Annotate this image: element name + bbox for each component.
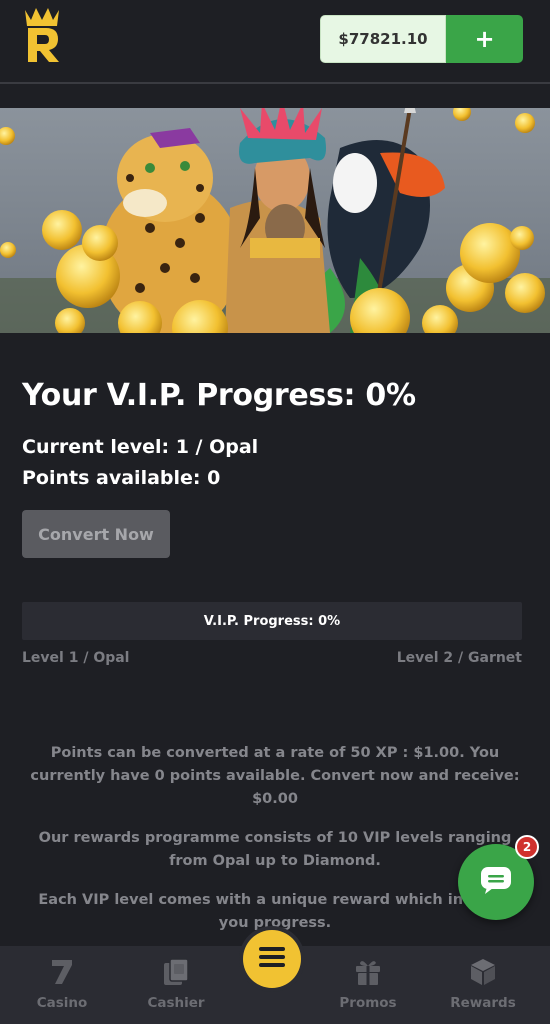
- nav-label-casino: Casino: [36, 995, 88, 1011]
- convert-now-button[interactable]: Convert Now: [22, 510, 170, 558]
- hamburger-icon: [258, 946, 286, 972]
- jungle-vip-banner-image: [0, 108, 550, 333]
- points-available-text: Points available: 0: [22, 467, 221, 489]
- nav-label-rewards: Rewards: [450, 995, 516, 1011]
- nav-item-rewards[interactable]: Rewards: [428, 946, 538, 1024]
- next-level-label: Level 2 / Garnet: [396, 650, 522, 666]
- vip-reward-info-text: Each VIP level comes with a unique rewar…: [38, 892, 512, 931]
- deposit-button[interactable]: +: [446, 15, 523, 63]
- main-menu-button[interactable]: [243, 930, 301, 988]
- cards-icon: [162, 957, 190, 987]
- cube-icon: [469, 957, 497, 987]
- balance-group: $77821.10 +: [320, 15, 523, 63]
- nav-item-cashier[interactable]: Cashier: [121, 946, 231, 1024]
- crown-r-logo-icon[interactable]: [22, 6, 62, 64]
- vip-progress-bar: V.I.P. Progress: 0%: [22, 602, 522, 640]
- vip-progress-title: Your V.I.P. Progress: 0%: [22, 378, 416, 413]
- seven-icon: [50, 957, 74, 987]
- nav-label-cashier: Cashier: [147, 995, 205, 1011]
- balance-display[interactable]: $77821.10: [320, 15, 446, 63]
- current-level-label: Level 1 / Opal: [22, 650, 130, 666]
- vip-progress-label: V.I.P. Progress: 0%: [203, 613, 341, 629]
- vip-levels-info-text: Our rewards programme consists of 10 VIP…: [38, 830, 512, 869]
- chat-bubble-icon: [479, 865, 513, 899]
- top-header: $77821.10 +: [0, 0, 550, 84]
- nav-item-casino[interactable]: Casino: [7, 946, 117, 1024]
- nav-label-promos: Promos: [339, 995, 397, 1011]
- nav-item-promos[interactable]: Promos: [313, 946, 423, 1024]
- app-root: $77821.10 + Your V.I.P. Progress: 0% Cur…: [0, 0, 550, 1024]
- current-level-text: Current level: 1 / Opal: [22, 436, 259, 458]
- chat-notification-badge: 2: [515, 835, 539, 859]
- conversion-info-text: Points can be converted at a rate of 50 …: [30, 745, 520, 807]
- gift-icon: [354, 957, 382, 987]
